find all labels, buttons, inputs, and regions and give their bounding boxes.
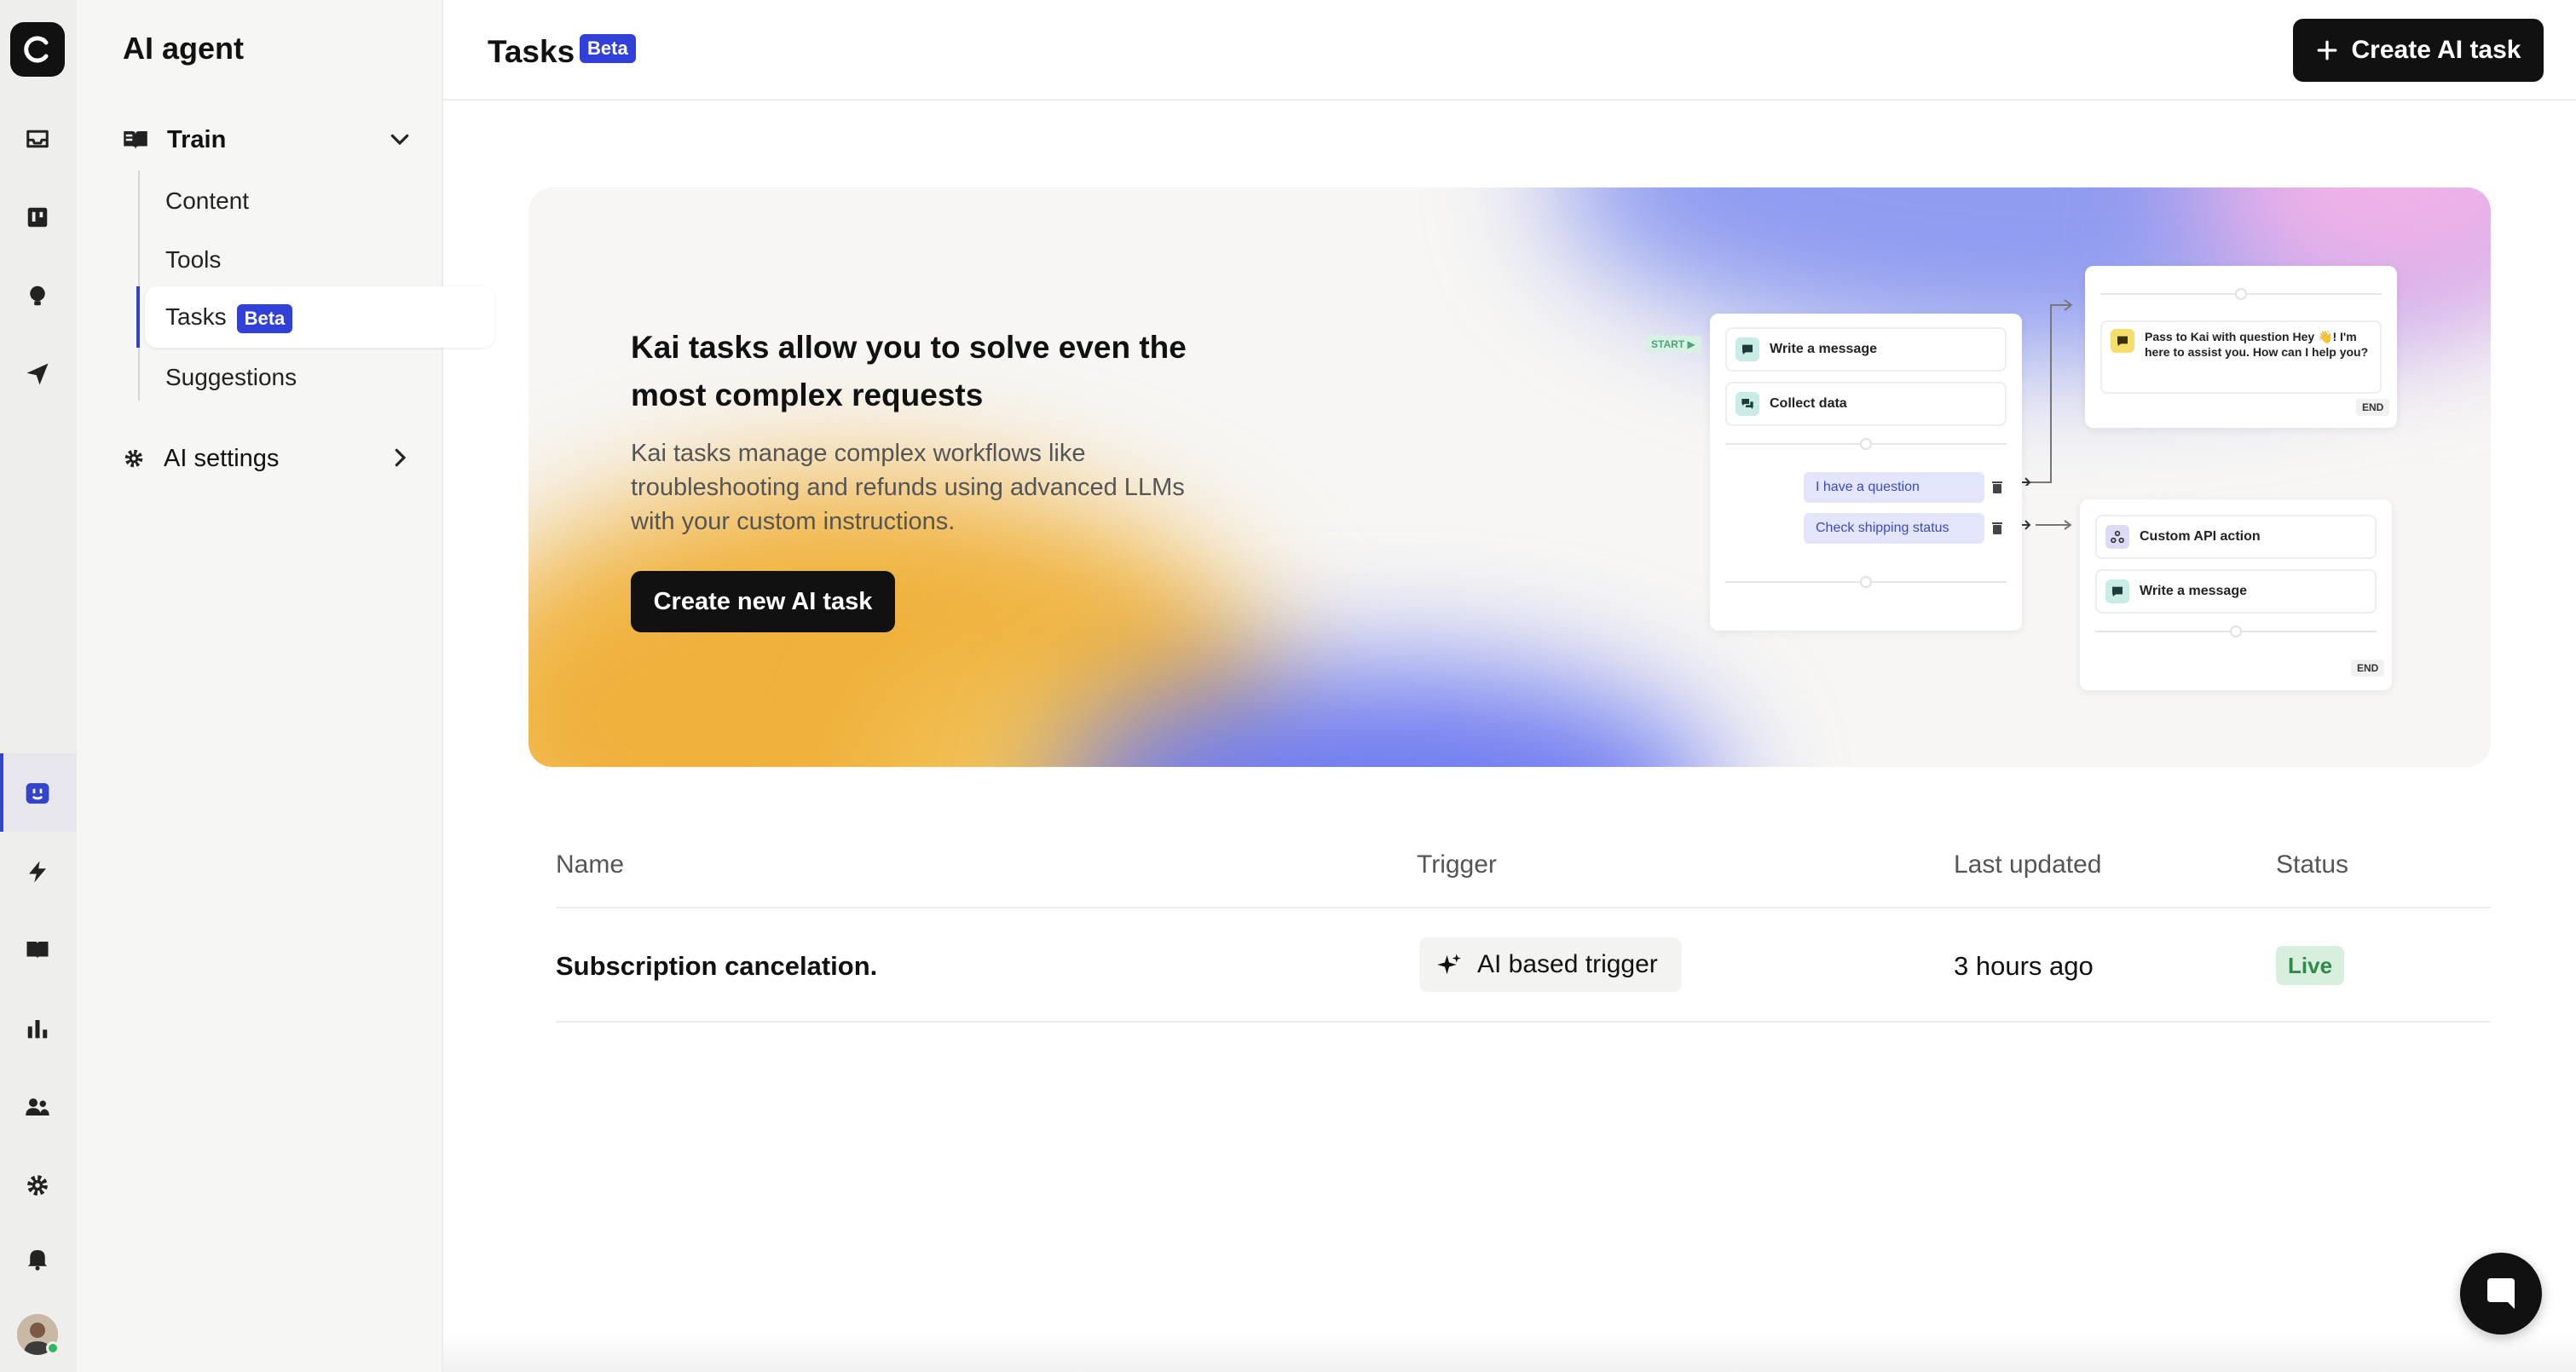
webhook-icon — [2105, 525, 2129, 549]
sidebar-item-label: Tools — [165, 246, 222, 273]
sidebar-title: AI agent — [123, 31, 245, 66]
kanban-icon[interactable] — [21, 201, 54, 233]
sidebar-active-indicator — [136, 286, 140, 348]
sidebar-group-ai-settings-label: AI settings — [164, 444, 280, 472]
page-header: Tasks Beta Create AI task — [443, 0, 2576, 101]
users-icon[interactable] — [21, 1091, 54, 1123]
trigger-pill: AI based trigger — [1419, 937, 1682, 992]
flow-divider — [2095, 625, 2377, 637]
column-header-name[interactable]: Name — [556, 850, 624, 879]
beta-badge: Beta — [580, 34, 636, 63]
flow-node-label: Write a message — [2140, 584, 2247, 598]
flow-node-collect-data: Collect data — [1725, 382, 2007, 426]
plus-icon — [2317, 40, 2336, 61]
task-name[interactable]: Subscription cancelation. — [556, 951, 877, 982]
rail-active-indicator — [0, 753, 3, 832]
flow-choice-question: I have a question — [1804, 472, 1984, 503]
flow-node-pass-to-kai: Pass to Kai with question Hey 👋! I'm her… — [2100, 320, 2382, 394]
inbox-icon[interactable] — [21, 123, 54, 155]
gear-icon[interactable] — [21, 1169, 54, 1202]
chat-icon — [2111, 329, 2134, 353]
column-header-last-updated[interactable]: Last updated — [1954, 850, 2101, 879]
create-ai-task-button[interactable]: Create AI task — [2293, 19, 2544, 82]
flow-node-custom-api: Custom API action — [2095, 515, 2377, 559]
page-title: Tasks — [488, 34, 575, 69]
ai-agent-sidebar: AI agent Train Content Tools Tasks Beta S… — [77, 0, 494, 1372]
pass-label: Pass to Kai with question — [2145, 330, 2290, 343]
flow-node-label: Custom API action — [2140, 529, 2261, 544]
sidebar-item-tasks[interactable]: Tasks Beta — [165, 303, 293, 333]
status-badge: Live — [2276, 946, 2345, 985]
bot-icon[interactable] — [21, 777, 54, 810]
hero-banner: Kai tasks allow you to solve even the mo… — [528, 187, 2491, 767]
bottom-shade — [443, 1329, 2576, 1372]
chat-launcher-button[interactable] — [2460, 1253, 2542, 1335]
sidebar-item-content[interactable]: Content — [165, 187, 249, 215]
trigger-label: AI based trigger — [1477, 950, 1658, 978]
icon-rail — [0, 0, 77, 1372]
gear-icon — [124, 449, 143, 468]
tree-line — [138, 170, 140, 401]
flow-node-label: Pass to Kai with question Hey 👋! I'm her… — [2145, 329, 2375, 360]
online-status-dot — [46, 1341, 60, 1355]
last-updated: 3 hours ago — [1954, 951, 2094, 981]
flow-choice-shipping: Check shipping status — [1804, 513, 1984, 544]
flow-divider — [2100, 288, 2382, 300]
chat-bubble-icon — [2487, 1278, 2515, 1309]
flow-card-api: Custom API action Write a message END — [2080, 499, 2392, 690]
logo-icon[interactable] — [10, 22, 65, 77]
table-divider — [556, 907, 2491, 908]
sidebar-item-label: Content — [165, 187, 250, 214]
bolt-icon[interactable] — [21, 856, 54, 888]
column-header-trigger[interactable]: Trigger — [1417, 850, 1497, 879]
flow-node-write-message: Write a message — [1725, 327, 2007, 372]
hero-heading: Kai tasks allow you to solve even the mo… — [631, 330, 1187, 412]
sidebar-group-ai-settings[interactable]: AI settings — [123, 438, 413, 479]
chevron-down-icon[interactable] — [387, 126, 413, 152]
book-open-icon — [124, 131, 147, 150]
column-header-status[interactable]: Status — [2276, 850, 2348, 879]
sidebar-item-label: Suggestions — [165, 364, 297, 390]
flow-node-label: Write a message — [1770, 342, 1877, 356]
sidebar-item-suggestions[interactable]: Suggestions — [165, 364, 297, 391]
flow-end-tag: END — [2351, 660, 2385, 677]
create-new-ai-task-button[interactable]: Create new AI task — [631, 571, 895, 632]
beta-badge: Beta — [236, 303, 293, 333]
sidebar-item-label: Tasks — [165, 303, 227, 330]
message-icon — [1736, 337, 1759, 361]
bell-icon[interactable] — [21, 1242, 54, 1275]
flow-start-tag: START ▶ — [1645, 336, 1701, 353]
sidebar-item-tools[interactable]: Tools — [165, 246, 221, 274]
flow-card-main: Write a message Collect data I have a qu… — [1710, 314, 2022, 631]
flow-node-label: Collect data — [1770, 396, 1847, 411]
trash-icon — [1992, 522, 2002, 534]
create-ai-task-label: Create AI task — [2351, 36, 2521, 64]
hero-description: Kai tasks manage complex workflows like … — [631, 440, 1185, 535]
chat-bubbles-icon — [1736, 392, 1759, 416]
send-icon[interactable] — [21, 358, 54, 390]
flow-node-write-message-2: Write a message — [2095, 569, 2377, 614]
sparkles-icon — [1437, 954, 1461, 975]
sidebar-group-train-label: Train — [167, 125, 227, 153]
chevron-right-icon[interactable] — [387, 445, 413, 470]
flow-divider — [1725, 438, 2007, 450]
trash-icon — [1992, 481, 2002, 493]
table-divider — [556, 1021, 2491, 1023]
flow-card-pass: Pass to Kai with question Hey 👋! I'm her… — [2085, 266, 2397, 428]
flow-end-tag: END — [2356, 399, 2390, 416]
lightbulb-icon[interactable] — [21, 280, 54, 312]
sidebar-group-train[interactable]: Train — [123, 119, 413, 160]
book-icon[interactable] — [21, 934, 54, 966]
flow-divider — [1725, 576, 2007, 588]
message-icon — [2105, 579, 2129, 603]
bar-chart-icon[interactable] — [21, 1012, 54, 1045]
